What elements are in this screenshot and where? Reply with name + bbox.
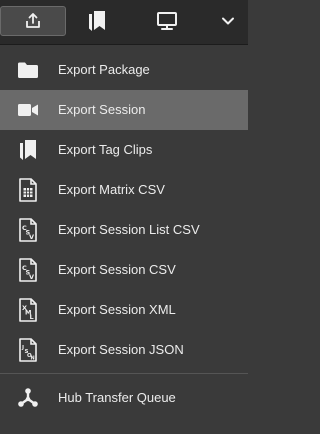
csv-file-icon: C S V [16,218,40,242]
svg-text:L: L [30,313,34,321]
bookmarks-icon [89,11,105,31]
video-camera-icon [16,98,40,122]
menu-item-export-tag-clips[interactable]: Export Tag Clips [0,130,248,170]
more-dropdown-button[interactable] [214,6,242,36]
menu-item-label: Export Tag Clips [58,142,153,157]
hub-transfer-icon [16,386,40,410]
folder-icon [16,58,40,82]
xml-file-icon: X M L [16,298,40,322]
csv-file-icon: C S V [16,258,40,282]
svg-text:V: V [29,233,34,241]
menu-item-label: Export Package [58,62,150,77]
matrix-file-icon [16,178,40,202]
menu-item-label: Export Session List CSV [58,222,200,237]
monitor-tab-button[interactable] [150,6,184,36]
menu-item-label: Export Session JSON [58,342,184,357]
export-icon [26,13,40,28]
bookmarks-tab-button[interactable] [80,6,114,36]
menu-item-label: Export Session XML [58,302,176,317]
export-tab-button[interactable] [0,6,66,36]
svg-text:N: N [31,356,35,362]
menu-item-hub-transfer-queue[interactable]: Hub Transfer Queue [0,378,248,418]
menu-divider [0,373,248,374]
svg-text:V: V [29,273,34,281]
menu-item-label: Hub Transfer Queue [58,390,176,405]
menu-item-export-session-csv[interactable]: C S V Export Session CSV [0,250,248,290]
menu-item-label: Export Session [58,102,146,117]
menu-item-export-matrix-csv[interactable]: Export Matrix CSV [0,170,248,210]
bookmark-icon [16,138,40,162]
menu-item-label: Export Matrix CSV [58,182,165,197]
menu-item-export-session[interactable]: Export Session [0,90,248,130]
monitor-icon [157,12,177,30]
menu-item-export-session-xml[interactable]: X M L Export Session XML [0,290,248,330]
menu-item-export-session-json[interactable]: J S O N Export Session JSON [0,330,248,370]
export-menu: Export Package Export Session Export Tag… [0,50,248,418]
chevron-down-icon [222,17,234,25]
menu-item-export-session-list-csv[interactable]: C S V Export Session List CSV [0,210,248,250]
menu-item-label: Export Session CSV [58,262,176,277]
menu-item-export-package[interactable]: Export Package [0,50,248,90]
top-toolbar [0,0,248,45]
json-file-icon: J S O N [16,338,40,362]
